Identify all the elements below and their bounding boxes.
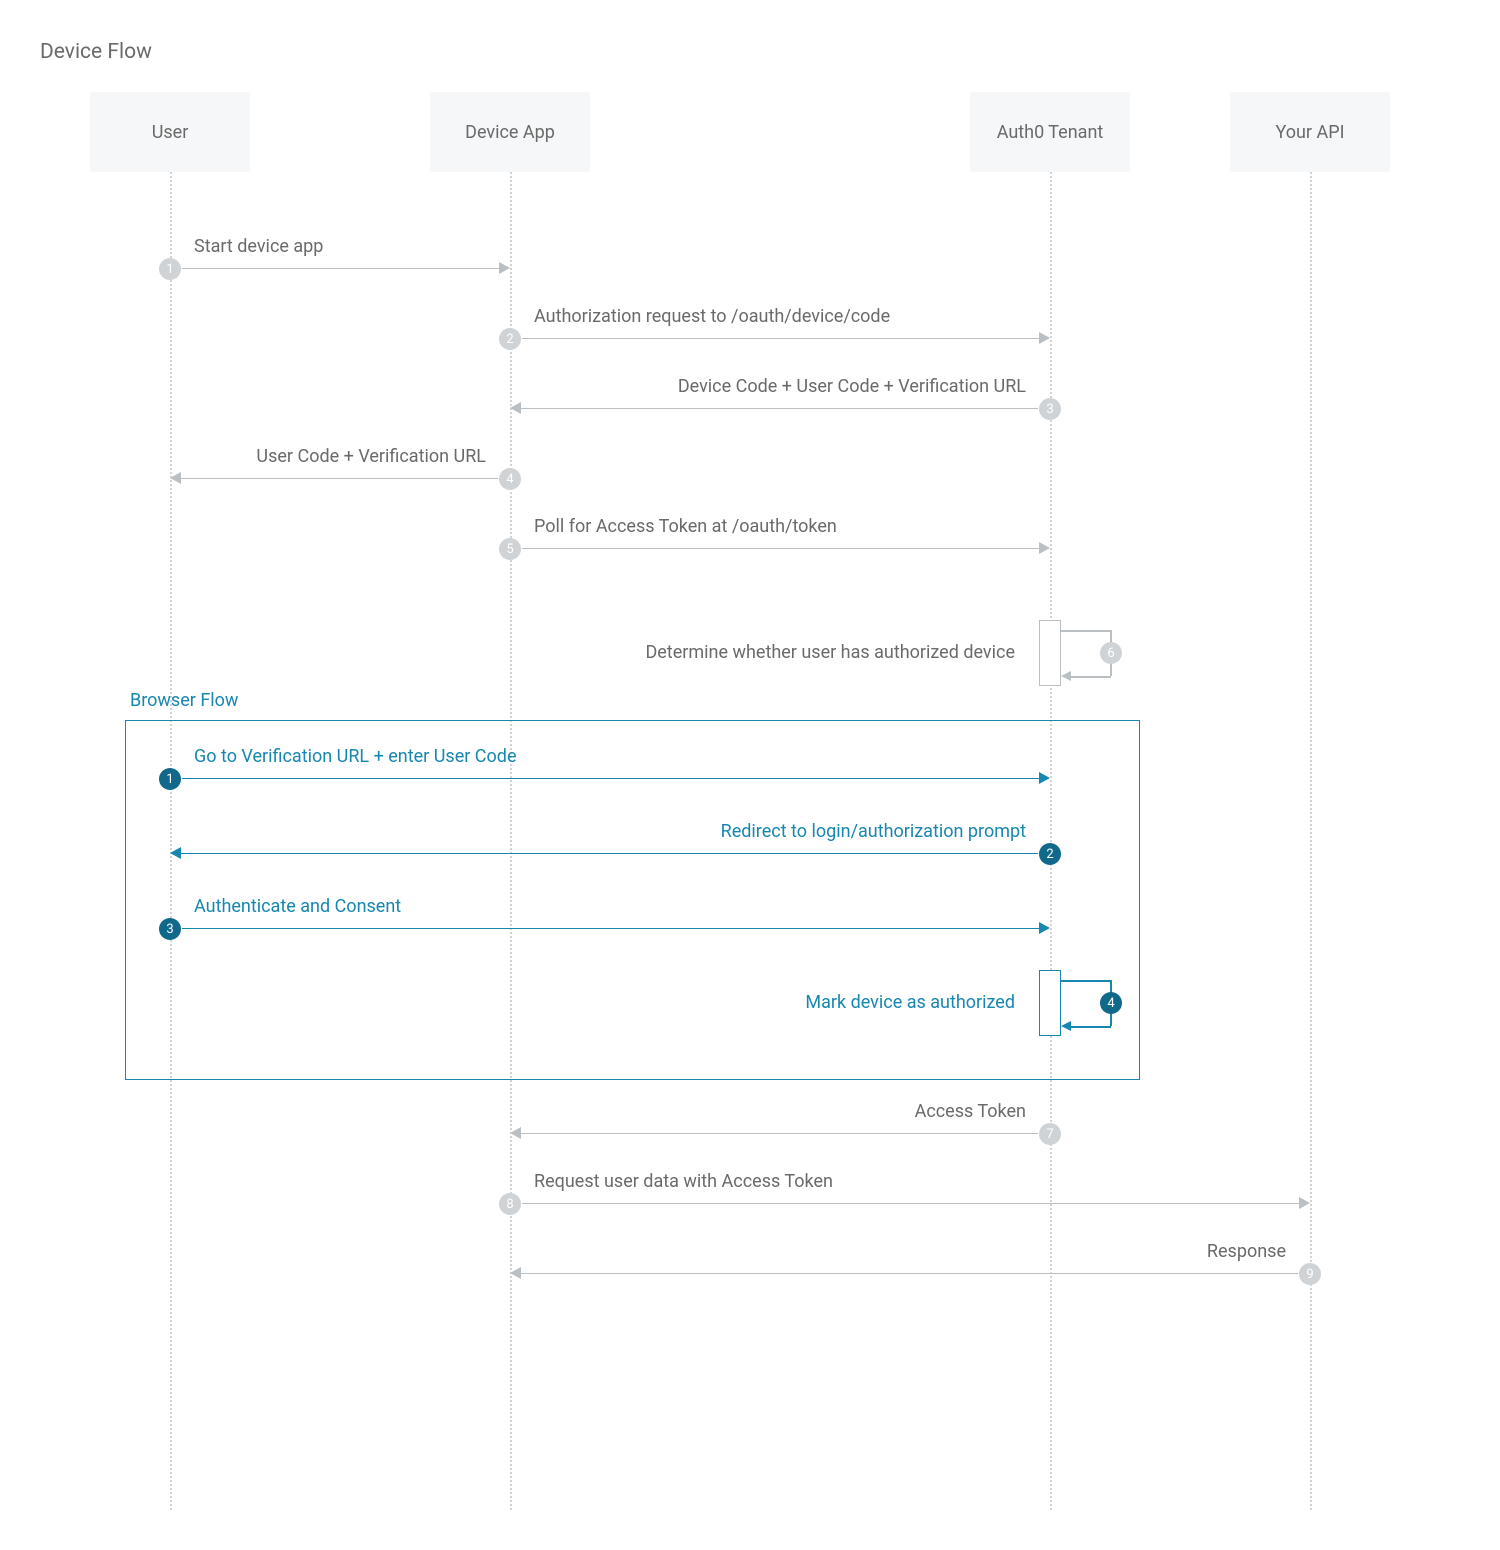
step-2: 2 Authorization request to /oauth/device… [510,310,1050,358]
lane-auth0-tenant: Auth0 Tenant [970,92,1130,172]
step-badge: 4 [1100,992,1122,1014]
step-4: 4 User Code + Verification URL [170,450,510,498]
step-8: 8 Request user data with Access Token [510,1175,1310,1223]
step-badge: 1 [159,258,181,280]
step-label: Start device app [194,236,323,257]
step-3: 3 Device Code + User Code + Verification… [510,380,1050,428]
step-label: Poll for Access Token at /oauth/token [534,516,837,537]
lifeline-api [1310,172,1312,1510]
step-label: Redirect to login/authorization prompt [721,821,1026,842]
browser-step-1: 1 Go to Verification URL + enter User Co… [170,750,1050,798]
step-7: 7 Access Token [510,1105,1050,1153]
step-badge: 2 [1039,843,1061,865]
lane-device-app: Device App [430,92,590,172]
step-label: Response [1207,1241,1286,1262]
step-label: Request user data with Access Token [534,1171,833,1192]
step-badge: 6 [1100,642,1122,664]
step-label: Go to Verification URL + enter User Code [194,746,517,767]
browser-step-4: Mark device as authorized 4 [40,970,1140,1050]
device-flow-sequence-diagram: Device Flow User Device App Auth0 Tenant… [40,40,1460,1510]
step-5: 5 Poll for Access Token at /oauth/token [510,520,1050,568]
step-9: 9 Response [510,1245,1310,1293]
step-badge: 3 [1039,398,1061,420]
step-label: Access Token [915,1101,1026,1122]
diagram-title: Device Flow [40,40,152,64]
step-6: Determine whether user has authorized de… [40,620,1140,700]
step-label: Determine whether user has authorized de… [645,642,1015,663]
step-label: Authorization request to /oauth/device/c… [534,306,890,327]
lane-user: User [90,92,250,172]
step-badge: 2 [499,328,521,350]
step-badge: 8 [499,1193,521,1215]
step-1: 1 Start device app [170,240,510,288]
step-badge: 1 [159,768,181,790]
step-label: Authenticate and Consent [194,896,401,917]
lane-your-api: Your API [1230,92,1390,172]
step-badge: 5 [499,538,521,560]
step-badge: 4 [499,468,521,490]
browser-step-3: 3 Authenticate and Consent [170,900,1050,948]
step-badge: 7 [1039,1123,1061,1145]
step-badge: 9 [1299,1263,1321,1285]
step-label: User Code + Verification URL [256,446,486,467]
browser-flow-title: Browser Flow [130,690,238,711]
browser-step-2: 2 Redirect to login/authorization prompt [170,825,1050,873]
step-label: Device Code + User Code + Verification U… [678,376,1026,397]
step-badge: 3 [159,918,181,940]
step-label: Mark device as authorized [805,992,1015,1013]
